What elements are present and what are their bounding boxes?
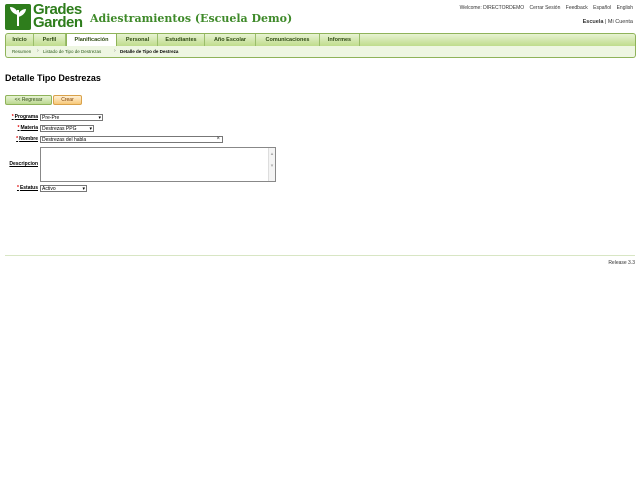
breadcrumb-listado[interactable]: Listado de Tipo de Destrezas bbox=[43, 49, 101, 54]
nav-perfil[interactable]: Perfil bbox=[34, 34, 66, 46]
descripcion-textarea[interactable]: ▴ ▾ bbox=[40, 147, 276, 182]
breadcrumb-separator-icon: › bbox=[114, 48, 116, 54]
nav-informes[interactable]: Informes bbox=[320, 34, 360, 46]
logo-line-2: Garden bbox=[33, 14, 83, 31]
logo-text: Grades Garden bbox=[33, 2, 83, 31]
programa-label-text: Programa bbox=[14, 114, 38, 120]
feedback-link[interactable]: Feedback bbox=[566, 5, 588, 11]
nav-ano-escolar[interactable]: Año Escolar bbox=[205, 34, 256, 46]
programa-value: Pre-Pre bbox=[42, 115, 60, 121]
textarea-scrollbar[interactable]: ▴ ▾ bbox=[268, 148, 275, 181]
nav-planificacion[interactable]: Planificación bbox=[66, 33, 117, 47]
chevron-down-icon: ▾ bbox=[82, 186, 85, 192]
nombre-label-text: Nombre bbox=[19, 136, 38, 142]
required-mark: * bbox=[11, 114, 14, 120]
back-button[interactable]: << Regresar bbox=[5, 95, 52, 105]
materia-select[interactable]: Destrezas PPG ▾ bbox=[40, 125, 94, 132]
school-title: Adiestramientos (Escuela Demo) bbox=[90, 12, 293, 25]
programa-label: *Programa bbox=[12, 114, 38, 120]
page-title: Detalle Tipo Destrezas bbox=[5, 73, 101, 83]
clear-icon[interactable]: × bbox=[216, 136, 220, 143]
main-nav: Inicio Perfil Planificación Personal Est… bbox=[5, 33, 636, 47]
top-links: Welcome: DIRECTORDEMO Cerrar Sesión Feed… bbox=[456, 5, 633, 11]
scroll-up-icon[interactable]: ▴ bbox=[269, 151, 275, 157]
nav-inicio[interactable]: Inicio bbox=[6, 34, 34, 46]
my-account-link[interactable]: Mi Cuenta bbox=[608, 19, 633, 25]
nav-comunicaciones[interactable]: Comunicaciones bbox=[256, 34, 320, 46]
materia-value: Destrezas PPG bbox=[42, 126, 77, 132]
breadcrumb: Resumen › Listado de Tipo de Destrezas ›… bbox=[5, 46, 636, 58]
leaf-icon bbox=[5, 4, 31, 30]
programa-select[interactable]: Pre-Pre ▾ bbox=[40, 114, 103, 121]
logout-link[interactable]: Cerrar Sesión bbox=[530, 5, 561, 11]
grades-garden-logo[interactable]: Grades Garden bbox=[5, 2, 83, 32]
estatus-label: *Estatus bbox=[17, 185, 38, 191]
breadcrumb-current: Detalle de Tipo de Destreza bbox=[120, 49, 179, 54]
estatus-select[interactable]: Activo ▾ bbox=[40, 185, 87, 192]
estatus-label-text: Estatus bbox=[19, 185, 38, 191]
estatus-value: Activo bbox=[42, 186, 56, 192]
footer-divider bbox=[5, 255, 635, 256]
breadcrumb-separator-icon: › bbox=[37, 48, 39, 54]
breadcrumb-resumen[interactable]: Resumen bbox=[12, 49, 31, 54]
school-link[interactable]: Escuela bbox=[583, 19, 604, 25]
english-link[interactable]: English bbox=[617, 5, 633, 11]
account-links: Escuela | Mi Cuenta bbox=[582, 19, 633, 25]
nombre-label: *Nombre bbox=[16, 136, 38, 142]
chevron-down-icon: ▾ bbox=[89, 126, 92, 132]
required-mark: * bbox=[16, 136, 19, 142]
descripcion-label: Descripcion bbox=[9, 161, 38, 167]
create-button[interactable]: Crear bbox=[53, 95, 82, 105]
welcome-text: Welcome: DIRECTORDEMO bbox=[459, 5, 525, 11]
nombre-input[interactable]: Destrezas del habla × bbox=[40, 136, 223, 143]
materia-label: *Materia bbox=[18, 125, 38, 131]
release-version: Release 3.3 bbox=[608, 260, 635, 266]
required-mark: * bbox=[16, 185, 19, 191]
chevron-down-icon: ▾ bbox=[98, 115, 101, 121]
nombre-value: Destrezas del habla bbox=[42, 137, 87, 143]
nav-estudiantes[interactable]: Estudiantes bbox=[158, 34, 205, 46]
materia-label-text: Materia bbox=[20, 125, 38, 131]
spanish-link[interactable]: Español bbox=[593, 5, 611, 11]
scroll-down-icon[interactable]: ▾ bbox=[269, 163, 275, 169]
nav-personal[interactable]: Personal bbox=[118, 34, 158, 46]
